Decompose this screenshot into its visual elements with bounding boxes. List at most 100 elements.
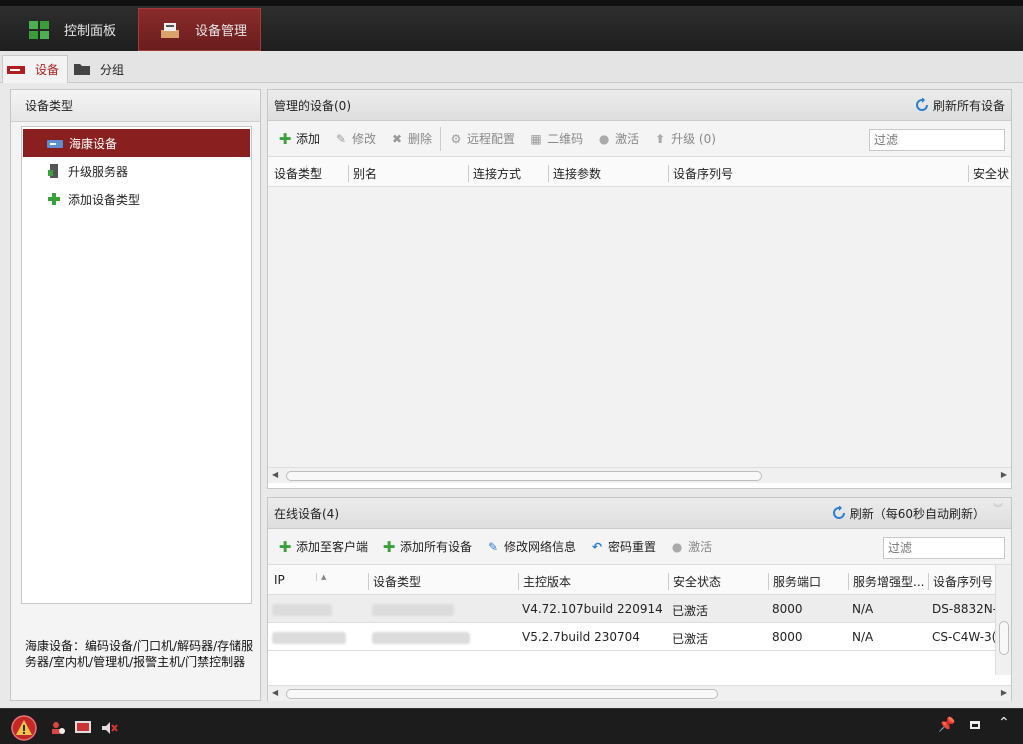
col-connection[interactable]: 连接方式 (468, 165, 521, 182)
device-icon (7, 65, 25, 74)
scroll-thumb[interactable] (999, 621, 1009, 655)
managed-column-header: ▲ 设备类型 别名 连接方式 连接参数 设备序列号 安全状 (268, 157, 1011, 187)
pin-icon[interactable]: 📌 (938, 717, 955, 733)
status-bar: 📌 ⌃ (0, 708, 1023, 744)
toolbar-divider (440, 126, 442, 151)
plus-icon: ✚ (382, 537, 396, 556)
cell-enhanced: N/A (852, 630, 874, 644)
edit-icon: ✎ (488, 539, 499, 554)
online-devices-panel: 在线设备(4) 刷新（每60秒自动刷新） ︾ ✚ 添加至客户端 ✚ 添加所有设备… (267, 497, 1012, 701)
scroll-left-icon[interactable]: ◀ (272, 688, 278, 697)
col-ip[interactable]: IP (270, 573, 285, 587)
plus-icon: ✚ (278, 129, 292, 148)
cell-device-type (372, 602, 454, 616)
remote-config-label: 远程配置 (467, 132, 516, 146)
modify-network-label: 修改网络信息 (504, 540, 577, 554)
col-alias[interactable]: 别名 (348, 165, 377, 182)
tab-device-management[interactable]: 设备管理 (138, 8, 261, 51)
qrcode-label: 二维码 (547, 132, 584, 146)
cell-enhanced: N/A (852, 602, 874, 616)
col-connection-params[interactable]: 连接参数 (548, 165, 601, 182)
server-icon (48, 164, 58, 178)
edit-label: 修改 (352, 132, 377, 146)
qrcode-button[interactable]: ▦ 二维码 (529, 130, 583, 147)
type-item-label: 添加设备类型 (68, 192, 141, 207)
table-row[interactable]: V4.72.107build 220914 已激活 8000 N/A DS-88… (268, 595, 996, 623)
col-security[interactable]: 安全状 (968, 165, 1009, 182)
subtab-device-label: 设备 (35, 63, 60, 77)
table-row[interactable]: V5.2.7build 230704 已激活 8000 N/A CS-C4W-3… (268, 623, 996, 651)
managed-filter-input[interactable] (869, 129, 1005, 151)
remote-config-button[interactable]: ⚙ 远程配置 (449, 130, 515, 147)
tab-control-panel-label: 控制面板 (64, 24, 117, 39)
type-item-upgrade-server[interactable]: 升级服务器 (22, 157, 251, 185)
type-item-label: 升级服务器 (68, 164, 129, 179)
scroll-thumb[interactable] (286, 471, 762, 481)
folder-icon (74, 64, 90, 75)
online-activate-label: 激活 (688, 540, 713, 554)
managed-grid-body: ◀ ▶ (268, 187, 1011, 483)
collapse-icon[interactable]: ︾ (993, 500, 1003, 515)
type-item-add[interactable]: 添加设备类型 (22, 185, 251, 213)
upgrade-button[interactable]: ⬆ 升级 (0) (653, 130, 716, 147)
undo-icon: ↶ (592, 539, 603, 554)
online-filter-input[interactable] (883, 537, 1005, 559)
subtab-group[interactable]: 分组 (72, 55, 142, 83)
col-enhanced[interactable]: 服务增强型... (848, 573, 924, 590)
edit-icon: ✎ (335, 131, 347, 146)
delete-button[interactable]: ✖ 删除 (390, 130, 432, 147)
user-alert-icon[interactable] (50, 720, 66, 736)
add-to-client-label: 添加至客户端 (296, 540, 369, 554)
refresh-all-button[interactable]: 刷新所有设备 (915, 97, 1005, 114)
upload-arrow-icon: ⬆ (655, 131, 666, 146)
online-title: 在线设备(4) (274, 506, 339, 521)
managed-hscrollbar[interactable]: ◀ ▶ (268, 467, 1011, 483)
alarm-warning-icon[interactable] (10, 715, 38, 741)
qrcode-icon: ▦ (530, 131, 542, 146)
refresh-online-label: 刷新（每60秒自动刷新） (849, 506, 985, 521)
main-area: 设备类型 海康设备 升级服务器 添加设备类型 海康设备：编码设备/门口机/解码器… (0, 83, 1023, 708)
scroll-right-icon[interactable]: ▶ (1001, 688, 1007, 697)
activate-button[interactable]: ● 激活 (597, 130, 639, 147)
monitor-alert-icon[interactable] (74, 720, 92, 736)
scroll-left-icon[interactable]: ◀ (272, 470, 278, 479)
col-firmware[interactable]: 主控版本 (518, 573, 571, 590)
online-column-header: ▲ IP 设备类型 主控版本 安全状态 服务端口 服务增强型... 设备序列号 (268, 565, 1011, 595)
col-device-type[interactable]: 设备类型 (368, 573, 421, 590)
col-serial[interactable]: 设备序列号 (928, 573, 993, 590)
scroll-right-icon[interactable]: ▶ (1001, 470, 1007, 479)
cell-port: 8000 (772, 630, 803, 644)
online-hscrollbar[interactable]: ◀ ▶ (268, 685, 1011, 701)
tab-device-management-label: 设备管理 (195, 24, 248, 39)
delete-icon: ✖ (392, 131, 403, 146)
managed-title: 管理的设备(0) (274, 98, 351, 113)
add-to-client-button[interactable]: ✚ 添加至客户端 (278, 538, 369, 556)
managed-panel-header: 管理的设备(0) 刷新所有设备 (268, 90, 1011, 121)
refresh-online-button[interactable]: 刷新（每60秒自动刷新） (832, 505, 985, 522)
modify-network-button[interactable]: ✎ 修改网络信息 (486, 538, 576, 555)
device-type-description: 海康设备：编码设备/门口机/解码器/存储服务器/室内机/管理机/报警主机/门禁控… (25, 639, 254, 669)
window-icon[interactable] (970, 721, 980, 729)
speaker-mute-icon[interactable] (100, 720, 118, 736)
managed-toolbar: ✚ 添加 ✎ 修改 ✖ 删除 ⚙ 远程配置 ▦ 二维码 ● 激活 ⬆ 升级 (0… (268, 121, 1011, 157)
refresh-icon (832, 506, 845, 519)
add-all-button[interactable]: ✚ 添加所有设备 (382, 537, 472, 556)
add-button[interactable]: ✚ 添加 (278, 129, 320, 148)
cell-ip (272, 602, 332, 616)
managed-devices-panel: 管理的设备(0) 刷新所有设备 ✚ 添加 ✎ 修改 ✖ 删除 ⚙ 远程配置 ▦ … (267, 89, 1012, 489)
col-security[interactable]: 安全状态 (668, 573, 721, 590)
expand-up-icon[interactable]: ⌃ (998, 715, 1010, 731)
edit-button[interactable]: ✎ 修改 (334, 130, 376, 147)
reset-password-label: 密码重置 (608, 540, 657, 554)
subtab-device[interactable]: 设备 (2, 55, 68, 83)
cell-security: 已激活 (672, 604, 709, 618)
online-activate-button[interactable]: ● 激活 (670, 538, 712, 555)
col-serial[interactable]: 设备序列号 (668, 165, 733, 182)
col-device-type[interactable]: 设备类型 (270, 165, 322, 182)
scroll-thumb[interactable] (286, 689, 718, 699)
type-item-hik[interactable]: 海康设备 (23, 129, 250, 157)
col-port[interactable]: 服务端口 (768, 573, 821, 590)
reset-password-button[interactable]: ↶ 密码重置 (590, 538, 656, 555)
online-vscrollbar[interactable] (995, 565, 1011, 675)
tab-control-panel[interactable]: 控制面板 (14, 8, 134, 51)
